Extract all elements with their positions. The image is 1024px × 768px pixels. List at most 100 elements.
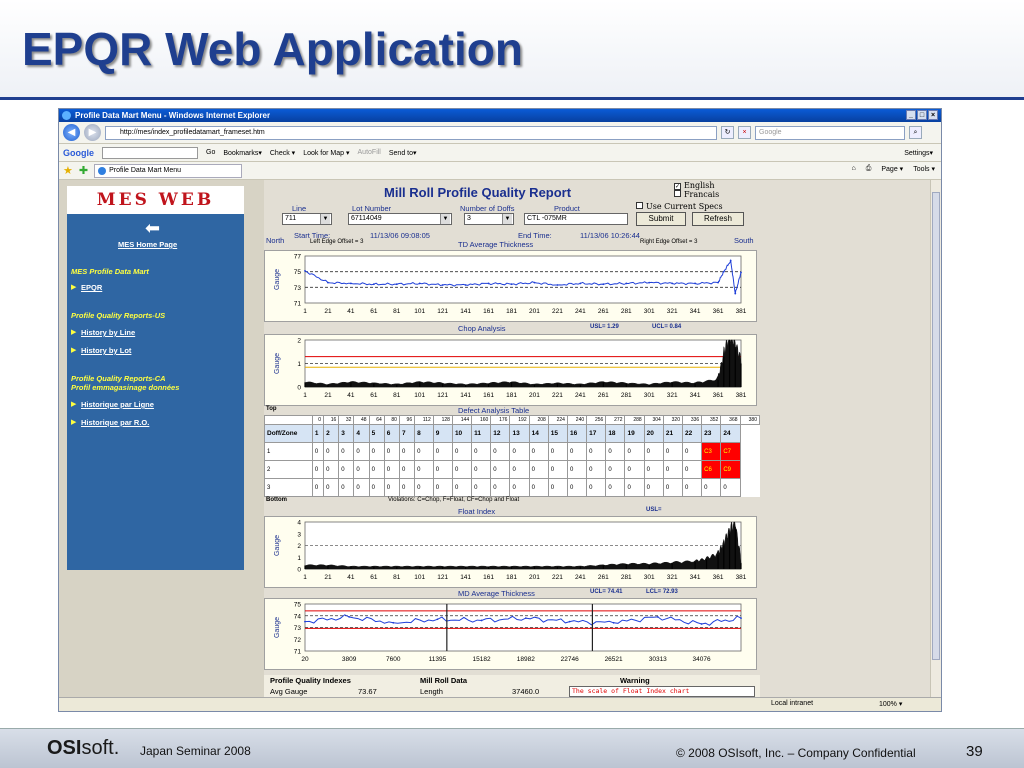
nav-historique-ro[interactable]: Historique par R.O. xyxy=(81,418,149,427)
nav-epqr[interactable]: EPQR xyxy=(81,283,102,292)
minimize-icon[interactable]: _ xyxy=(906,110,916,120)
page-menu[interactable]: Page ▾ xyxy=(881,165,903,173)
google-item-autofill[interactable]: AutoFill xyxy=(358,149,381,156)
table-cell: 0 xyxy=(528,442,549,461)
stop-icon[interactable]: × xyxy=(738,126,751,139)
data-point xyxy=(436,618,439,621)
table-cell: 256 xyxy=(586,415,607,425)
table-cell: 0 xyxy=(662,460,684,479)
bar xyxy=(419,382,421,387)
table-cell xyxy=(264,415,313,425)
warning-textarea[interactable]: The scale of Float Index chart xyxy=(569,686,755,697)
google-item-bookmarks[interactable]: Bookmarks▾ xyxy=(223,149,262,157)
line-select[interactable]: 711 xyxy=(282,213,332,225)
violations-legend: Violations: C=Chop, F=Float, CF=Chop and… xyxy=(388,497,520,503)
table-cell: 0 xyxy=(323,460,340,479)
lot-select[interactable]: 67114049 xyxy=(348,213,452,225)
table-cell: 288 xyxy=(624,415,645,425)
y-tick-label: 3 xyxy=(297,531,301,538)
nav-history-lot[interactable]: History by Lot xyxy=(81,346,131,355)
pqi-avg-value: 73.67 xyxy=(358,687,377,696)
nav-history-line[interactable]: History by Line xyxy=(81,328,135,337)
vertical-scrollbar[interactable] xyxy=(930,180,941,699)
bar xyxy=(740,363,742,387)
data-point xyxy=(304,269,306,272)
table-cell: 272 xyxy=(605,415,626,425)
home-icon[interactable]: ⌂ xyxy=(852,165,856,173)
doffs-select[interactable]: 3 xyxy=(464,213,514,225)
back-arrow-icon[interactable]: ⬅ xyxy=(145,218,160,239)
y-tick-label: 74 xyxy=(294,613,302,620)
nav-historique-ligne[interactable]: Historique par Ligne xyxy=(81,400,154,409)
x-tick-label: 81 xyxy=(393,308,401,315)
table-cell: 0 xyxy=(586,460,607,479)
y-tick-label: 72 xyxy=(294,637,302,644)
url-input[interactable]: http://mes/index_profiledatamart_framese… xyxy=(105,125,717,140)
nav-mes-home[interactable]: MES Home Page xyxy=(118,240,177,249)
favorites-star-icon[interactable]: ★ xyxy=(63,164,73,177)
data-point xyxy=(533,281,536,284)
table-cell: 128 xyxy=(432,415,453,425)
table-cell: 16 xyxy=(566,424,588,443)
refresh-icon[interactable]: ↻ xyxy=(721,126,734,139)
forward-button[interactable]: ▶ xyxy=(84,124,101,141)
scrollbar-thumb[interactable] xyxy=(932,192,940,660)
english-label: English xyxy=(684,181,715,190)
table-cell: 0 xyxy=(353,460,370,479)
google-item-check[interactable]: Check ▾ xyxy=(270,149,295,157)
table-cell: 0 xyxy=(432,460,453,479)
bar xyxy=(625,383,627,387)
bar xyxy=(373,383,375,387)
francais-checkbox[interactable]: Francais xyxy=(674,190,719,199)
use-current-specs-checkbox[interactable]: Use Current Specs xyxy=(636,202,723,211)
pqi-title: Profile Quality Indexes xyxy=(270,676,351,685)
submit-button[interactable]: Submit xyxy=(636,212,686,226)
product-field[interactable]: CTL -075MR xyxy=(524,213,628,225)
google-search-input[interactable] xyxy=(102,146,198,159)
google-item-sendto[interactable]: Send to▾ xyxy=(389,149,417,157)
data-point xyxy=(625,282,628,285)
search-input[interactable]: Google xyxy=(755,125,905,140)
google-item-go[interactable]: Go xyxy=(206,149,215,156)
data-point xyxy=(700,623,703,625)
pqi-avg-label: Avg Gauge xyxy=(270,687,308,696)
data-point xyxy=(487,282,490,285)
tab-profile-data-mart[interactable]: Profile Data Mart Menu xyxy=(94,163,243,178)
x-tick-label: 7600 xyxy=(386,656,401,663)
bar xyxy=(304,565,306,569)
zoom-control[interactable]: 100% ▾ xyxy=(879,700,902,708)
close-icon[interactable]: × xyxy=(928,110,938,120)
bullet-icon: ▶ xyxy=(71,419,77,426)
back-button[interactable]: ◀ xyxy=(63,124,80,141)
maximize-icon[interactable]: □ xyxy=(917,110,927,120)
table-cell: 0 xyxy=(605,442,626,461)
google-item-map[interactable]: Look for Map ▾ xyxy=(303,149,349,157)
bar xyxy=(465,384,467,387)
y-tick-label: 4 xyxy=(297,520,301,527)
refresh-button[interactable]: Refresh xyxy=(692,212,744,226)
bar xyxy=(579,384,581,387)
table-cell: 0 xyxy=(368,478,385,497)
settings-button[interactable]: Settings▾ xyxy=(904,149,933,157)
table-cell: 15 xyxy=(547,424,568,443)
table-row: 1 0 0 0 0 0 0 0 0 0 0 0 0 0 0 0 0 0 0 0 0 0 0 C3 C7 xyxy=(264,442,760,461)
x-tick-label: 301 xyxy=(644,574,655,581)
table-cell: 0 xyxy=(368,460,385,479)
add-favorites-icon[interactable]: ✚ xyxy=(79,164,88,177)
table-cell: 144 xyxy=(451,415,473,425)
x-tick-label: 41 xyxy=(347,308,355,315)
tools-menu[interactable]: Tools ▾ xyxy=(913,165,935,173)
x-tick-label: 81 xyxy=(393,392,401,399)
slide-title-bar: EPQR Web Application xyxy=(0,0,1024,100)
table-cell: 160 xyxy=(471,415,492,425)
x-tick-label: 241 xyxy=(575,392,586,399)
table-cell: 0 xyxy=(643,478,664,497)
search-icon[interactable]: ⌕ xyxy=(909,126,922,139)
print-icon[interactable]: ⎙ xyxy=(866,165,872,173)
english-checkbox[interactable]: ✓ English xyxy=(674,181,715,190)
data-point xyxy=(729,259,732,262)
table-cell: 0 xyxy=(490,478,511,497)
table-cell: 11 xyxy=(471,424,492,443)
table-cell: 0 xyxy=(414,442,434,461)
bar xyxy=(694,383,696,387)
